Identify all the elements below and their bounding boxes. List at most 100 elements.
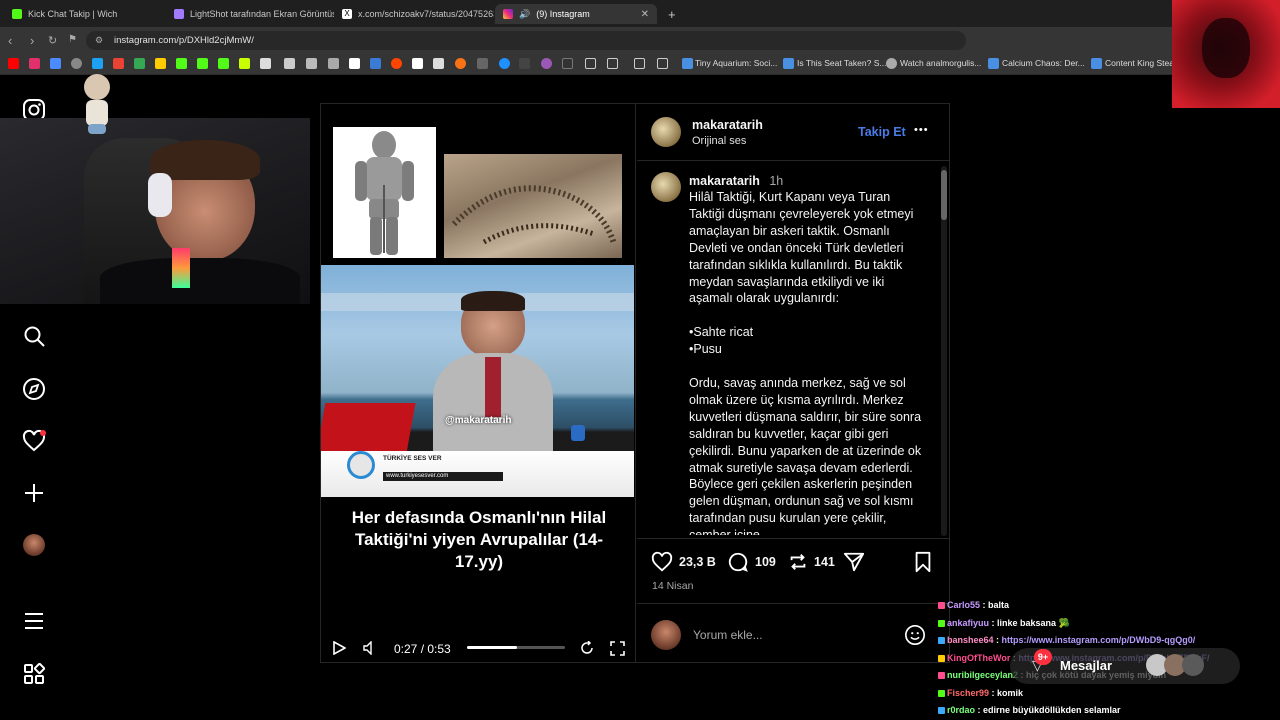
drive-icon[interactable] <box>134 58 145 69</box>
forward-icon[interactable]: › <box>30 33 34 48</box>
chat-message: ankafiyuu : linke baksana 🥦 <box>938 618 1070 629</box>
messages-pill[interactable]: ▽ 9+ Mesajlar <box>1010 648 1240 684</box>
chat-username[interactable]: KingOfTheWor <box>947 653 1010 663</box>
bookmark-icon[interactable] <box>155 58 166 69</box>
bookmark-icon[interactable] <box>412 58 423 69</box>
folder-icon[interactable] <box>657 58 668 69</box>
caption-avatar[interactable] <box>651 172 681 202</box>
bookmark-icon[interactable] <box>328 58 339 69</box>
bookmark-icon[interactable] <box>477 58 488 69</box>
bookmark-icon[interactable] <box>562 58 573 69</box>
bookmark-icon[interactable] <box>455 58 466 69</box>
explore-icon[interactable] <box>22 377 46 401</box>
bookmark-icon[interactable] <box>284 58 295 69</box>
bookmark-icon[interactable] <box>499 58 510 69</box>
gmail-icon[interactable] <box>113 58 124 69</box>
bookmark-icon[interactable] <box>433 58 444 69</box>
url-field[interactable]: ⚙ instagram.com/p/DXHld2cjMmW/ <box>86 31 966 50</box>
steam-icon[interactable] <box>988 58 999 69</box>
author-username[interactable]: makaratarih <box>692 118 763 132</box>
kick-icon[interactable] <box>176 58 187 69</box>
tab-kick-chat[interactable]: Kick Chat Takip | Wich <box>4 4 164 24</box>
bookmark-icon[interactable] <box>541 58 552 69</box>
youtube-icon[interactable] <box>8 58 19 69</box>
chat-username[interactable]: ankafiyuu <box>947 618 989 628</box>
like-count[interactable]: 23,3 B <box>679 555 716 569</box>
caption-text: Hilâl Taktiği, Kurt Kapanı veya Turan Ta… <box>689 190 922 535</box>
create-icon[interactable] <box>22 481 46 505</box>
comment-icon[interactable] <box>727 551 749 573</box>
reddit-icon[interactable] <box>391 58 402 69</box>
more-options-icon[interactable]: ••• <box>914 124 929 136</box>
bookmark-icon[interactable] <box>50 58 61 69</box>
folder-icon[interactable] <box>634 58 645 69</box>
chat-username[interactable]: Fischer99 <box>947 688 989 698</box>
bookmark-label[interactable]: Calcium Chaos: Der... <box>1002 58 1085 68</box>
replay-icon[interactable] <box>580 641 594 655</box>
comment-count[interactable]: 109 <box>755 555 776 569</box>
volume-icon[interactable] <box>362 641 376 655</box>
chat-username[interactable]: r0rdao <box>947 705 975 715</box>
bookmark-label[interactable]: Tiny Aquarium: Soci... <box>695 58 777 68</box>
bookmark-label[interactable]: Is This Seat Taken? S... <box>797 58 886 68</box>
chat-text[interactable]: https://www.instagram.com/p/DWbD9-qgQg0/ <box>1002 635 1196 645</box>
scrollbar-thumb[interactable] <box>941 170 947 220</box>
bookmark-icon[interactable] <box>239 58 250 69</box>
caption-scrollbar[interactable] <box>941 166 947 536</box>
profile-avatar[interactable] <box>23 534 45 556</box>
steam-icon[interactable] <box>682 58 693 69</box>
video-progress-track[interactable] <box>467 646 565 649</box>
headphone-icon <box>148 173 172 217</box>
tab-instagram[interactable]: 🔊 (9) Instagram ✕ <box>495 4 657 24</box>
audio-label[interactable]: Orijinal ses <box>692 135 746 147</box>
caption-username[interactable]: makaratarih <box>689 174 760 188</box>
bookmark-icon[interactable]: ⚑ <box>68 34 77 45</box>
bookmark-icon[interactable] <box>71 58 82 69</box>
folder-icon[interactable] <box>585 58 596 69</box>
chat-badge-icon <box>938 672 945 680</box>
bookmark-label[interactable]: Content King Steam <box>1105 58 1181 68</box>
close-icon[interactable]: ✕ <box>641 9 649 20</box>
fullscreen-icon[interactable] <box>610 641 625 656</box>
follow-button[interactable]: Takip Et <box>858 125 906 139</box>
emoji-icon[interactable] <box>904 624 926 646</box>
kick-icon[interactable] <box>218 58 229 69</box>
kick-icon[interactable] <box>197 58 208 69</box>
instagram-icon[interactable] <box>29 58 40 69</box>
menu-icon[interactable] <box>22 609 46 633</box>
chat-username[interactable]: Carlo55 <box>947 600 980 610</box>
share-icon[interactable] <box>843 551 865 573</box>
reload-icon[interactable]: ↻ <box>48 34 57 47</box>
globe-icon[interactable] <box>886 58 897 69</box>
heart-icon[interactable] <box>22 429 46 453</box>
bookmark-icon[interactable] <box>260 58 271 69</box>
repost-count[interactable]: 141 <box>814 555 835 569</box>
chat-text: balta <box>988 600 1010 610</box>
chat-username[interactable]: nuribilgeceylan2 <box>947 670 1018 680</box>
play-icon[interactable] <box>332 641 346 655</box>
like-icon[interactable] <box>651 551 673 573</box>
save-icon[interactable] <box>912 551 934 573</box>
steam-icon[interactable] <box>783 58 794 69</box>
bookmark-label[interactable]: Watch analmorgulis... <box>900 58 981 68</box>
chat-message: Carlo55 : balta <box>938 600 1009 610</box>
tab-lightshot[interactable]: LightShot tarafından Ekran Görüntüs <box>166 4 334 24</box>
video-caption: Her defasında Osmanlı'nın Hilal Taktiği'… <box>351 508 607 571</box>
search-icon[interactable] <box>22 324 46 348</box>
chat-username[interactable]: banshee64 <box>947 635 994 645</box>
apps-icon[interactable] <box>22 662 46 686</box>
site-info-icon[interactable]: ⚙ <box>95 35 103 46</box>
steam-icon[interactable] <box>1091 58 1102 69</box>
repost-icon[interactable] <box>787 551 809 573</box>
bookmark-icon[interactable] <box>306 58 317 69</box>
bookmark-icon[interactable] <box>370 58 381 69</box>
back-icon[interactable]: ‹ <box>8 33 12 48</box>
bookmark-icon[interactable] <box>92 58 103 69</box>
x-icon[interactable] <box>349 58 360 69</box>
bookmark-icon[interactable] <box>519 58 530 69</box>
new-tab-button[interactable]: + <box>660 4 680 24</box>
folder-icon[interactable] <box>607 58 618 69</box>
author-avatar[interactable] <box>651 117 681 147</box>
comment-input[interactable]: Yorum ekle... <box>693 628 763 642</box>
tab-x[interactable]: X x.com/schizoakv7/status/2047526374 <box>334 4 494 24</box>
